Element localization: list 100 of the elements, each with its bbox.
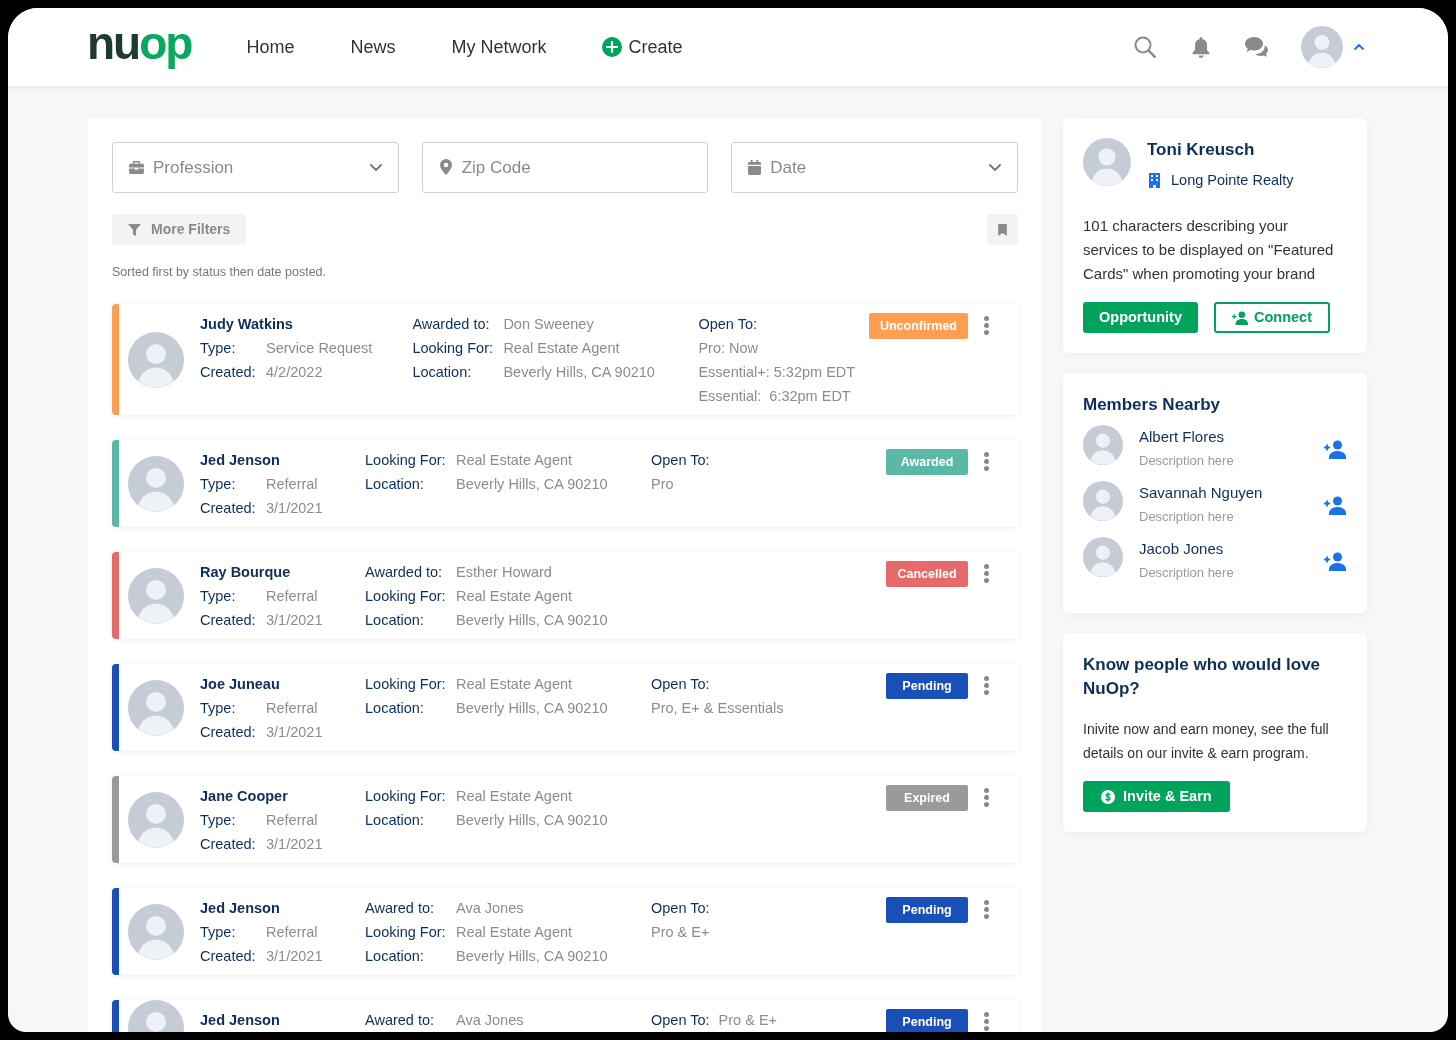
field-value: Beverly Hills, CA 90210 (456, 947, 608, 966)
more-options-icon[interactable] (984, 564, 989, 583)
company-name: Long Pointe Realty (1171, 171, 1294, 190)
field-value: Real Estate Agent (456, 787, 573, 806)
avatar (128, 331, 184, 388)
zip-code-field[interactable]: Zip Code (421, 142, 709, 193)
field-value: Referral (266, 811, 318, 830)
chat-icon[interactable] (1245, 37, 1268, 57)
status-badge: Awarded (886, 449, 968, 475)
filter-icon (128, 223, 141, 236)
avatar (128, 455, 184, 512)
more-options-icon[interactable] (984, 316, 989, 335)
status-badge: Expired (886, 785, 968, 811)
field-label: Type: (200, 475, 237, 494)
field-label: Looking For: (365, 587, 447, 606)
member-description: Description here (1139, 452, 1234, 470)
status-badge: Cancelled (886, 561, 968, 587)
listing-name: Jed Jenson (200, 899, 281, 918)
field-value: Service Request (266, 339, 373, 358)
listing-name: Jane Cooper (200, 787, 289, 806)
map-pin-icon (439, 159, 452, 175)
field-label: Awarded to: (365, 563, 444, 582)
bookmark-icon (998, 223, 1007, 236)
field-label: Location: (412, 363, 473, 382)
listing-name: Jed Jenson (200, 1011, 281, 1030)
profession-select[interactable]: Profession (112, 142, 399, 193)
nav-link[interactable]: Create (602, 33, 683, 61)
member-name: Savannah Nguyen (1139, 483, 1263, 503)
field-label: Location: (365, 699, 425, 718)
field-value: 3/1/2021 (266, 611, 323, 630)
field-value: Beverly Hills, CA 90210 (456, 699, 608, 718)
connect-button[interactable]: Connect (1213, 302, 1330, 333)
field-label: Open To: (651, 899, 710, 918)
field-label: Type: (200, 587, 237, 606)
more-options-icon[interactable] (984, 1012, 989, 1031)
add-user-icon[interactable] (1324, 495, 1346, 515)
field-value: 3/1/2021 (266, 723, 323, 742)
add-user-icon[interactable] (1324, 439, 1346, 459)
field-label: Awared to: (365, 1011, 436, 1030)
avatar (1083, 481, 1123, 521)
field-value: Pro (651, 475, 674, 494)
add-user-icon[interactable] (1324, 551, 1346, 571)
avatar (1083, 537, 1123, 577)
building-icon (1149, 172, 1160, 188)
more-options-icon[interactable] (984, 788, 989, 807)
invite-earn-button[interactable]: Invite & Earn (1083, 781, 1230, 812)
briefcase-icon (129, 161, 144, 174)
field-label: Created: (200, 835, 257, 854)
search-icon[interactable] (1134, 36, 1156, 58)
bell-icon[interactable] (1192, 36, 1210, 58)
more-options-icon[interactable] (984, 676, 989, 695)
field-label: Open To: (651, 1011, 710, 1030)
more-filters-button[interactable]: More Filters (112, 214, 247, 245)
field-value: Pro, E+ & Essentials (651, 699, 784, 718)
listing-name: Ray Bourque (200, 563, 292, 582)
field-label: Created: (200, 947, 257, 966)
field-label: Type: (200, 699, 237, 718)
nav-link[interactable]: News (350, 33, 396, 61)
field-value: Pro & E+ (718, 1011, 778, 1030)
member-description: Description here (1139, 564, 1234, 582)
field-value: Real Estate Agent (456, 587, 573, 606)
add-user-icon (1231, 310, 1248, 325)
field-value: Real Estate Agent (456, 923, 573, 942)
caret-up-icon[interactable] (1354, 44, 1364, 50)
nav-link[interactable]: Home (246, 33, 295, 61)
field-value: Beverly Hills, CA 90210 (456, 611, 608, 630)
field-label: Created: (200, 363, 257, 382)
date-select[interactable]: Date (731, 142, 1018, 193)
field-label: Open To: (651, 675, 711, 694)
field-value: 3/1/2021 (266, 947, 323, 966)
more-options-icon[interactable] (984, 452, 989, 471)
field-label: Looking For: (365, 923, 447, 942)
field-value: Referral (266, 923, 318, 942)
chevron-down-icon (369, 163, 382, 172)
avatar (128, 567, 184, 624)
field-value: 3/1/2021 (266, 499, 323, 518)
nav-link[interactable]: My Network (451, 33, 547, 61)
field-value: Beverly Hills, CA 90210 (503, 363, 655, 382)
profile-description: 101 characters describing your services to be displayed on "Featured Cards" when promoting your brand (1083, 216, 1335, 284)
field-label: Type: (200, 923, 237, 942)
field-label: Location: (365, 611, 425, 630)
dollar-icon (1101, 789, 1115, 804)
field-value: Pro: Now (698, 339, 759, 358)
field-value: Real Estate Agent (503, 339, 620, 358)
more-options-icon[interactable] (984, 900, 989, 919)
avatar (1083, 138, 1131, 186)
member-name: Albert Flores (1139, 427, 1226, 447)
bookmark-button[interactable] (987, 214, 1018, 245)
field-value: Ava Jones (456, 1011, 524, 1030)
plus-circle-icon (602, 37, 623, 57)
field-value: 3/1/2021 (266, 835, 323, 854)
status-badge: Pending (886, 673, 968, 699)
field-label: Location: (365, 811, 425, 830)
field-label: Type: (200, 339, 237, 358)
invite-text: Inivite now and earn money, see the full details on our invite & earn program. (1083, 720, 1330, 763)
member-name: Jacob Jones (1139, 539, 1225, 559)
section-title: Know people who would love NuOp? (1083, 654, 1322, 700)
field-label: Looking For: (365, 787, 447, 806)
profile-name: Toni Kreusch (1147, 139, 1256, 161)
opportunity-button[interactable]: Opportunity (1083, 302, 1198, 333)
